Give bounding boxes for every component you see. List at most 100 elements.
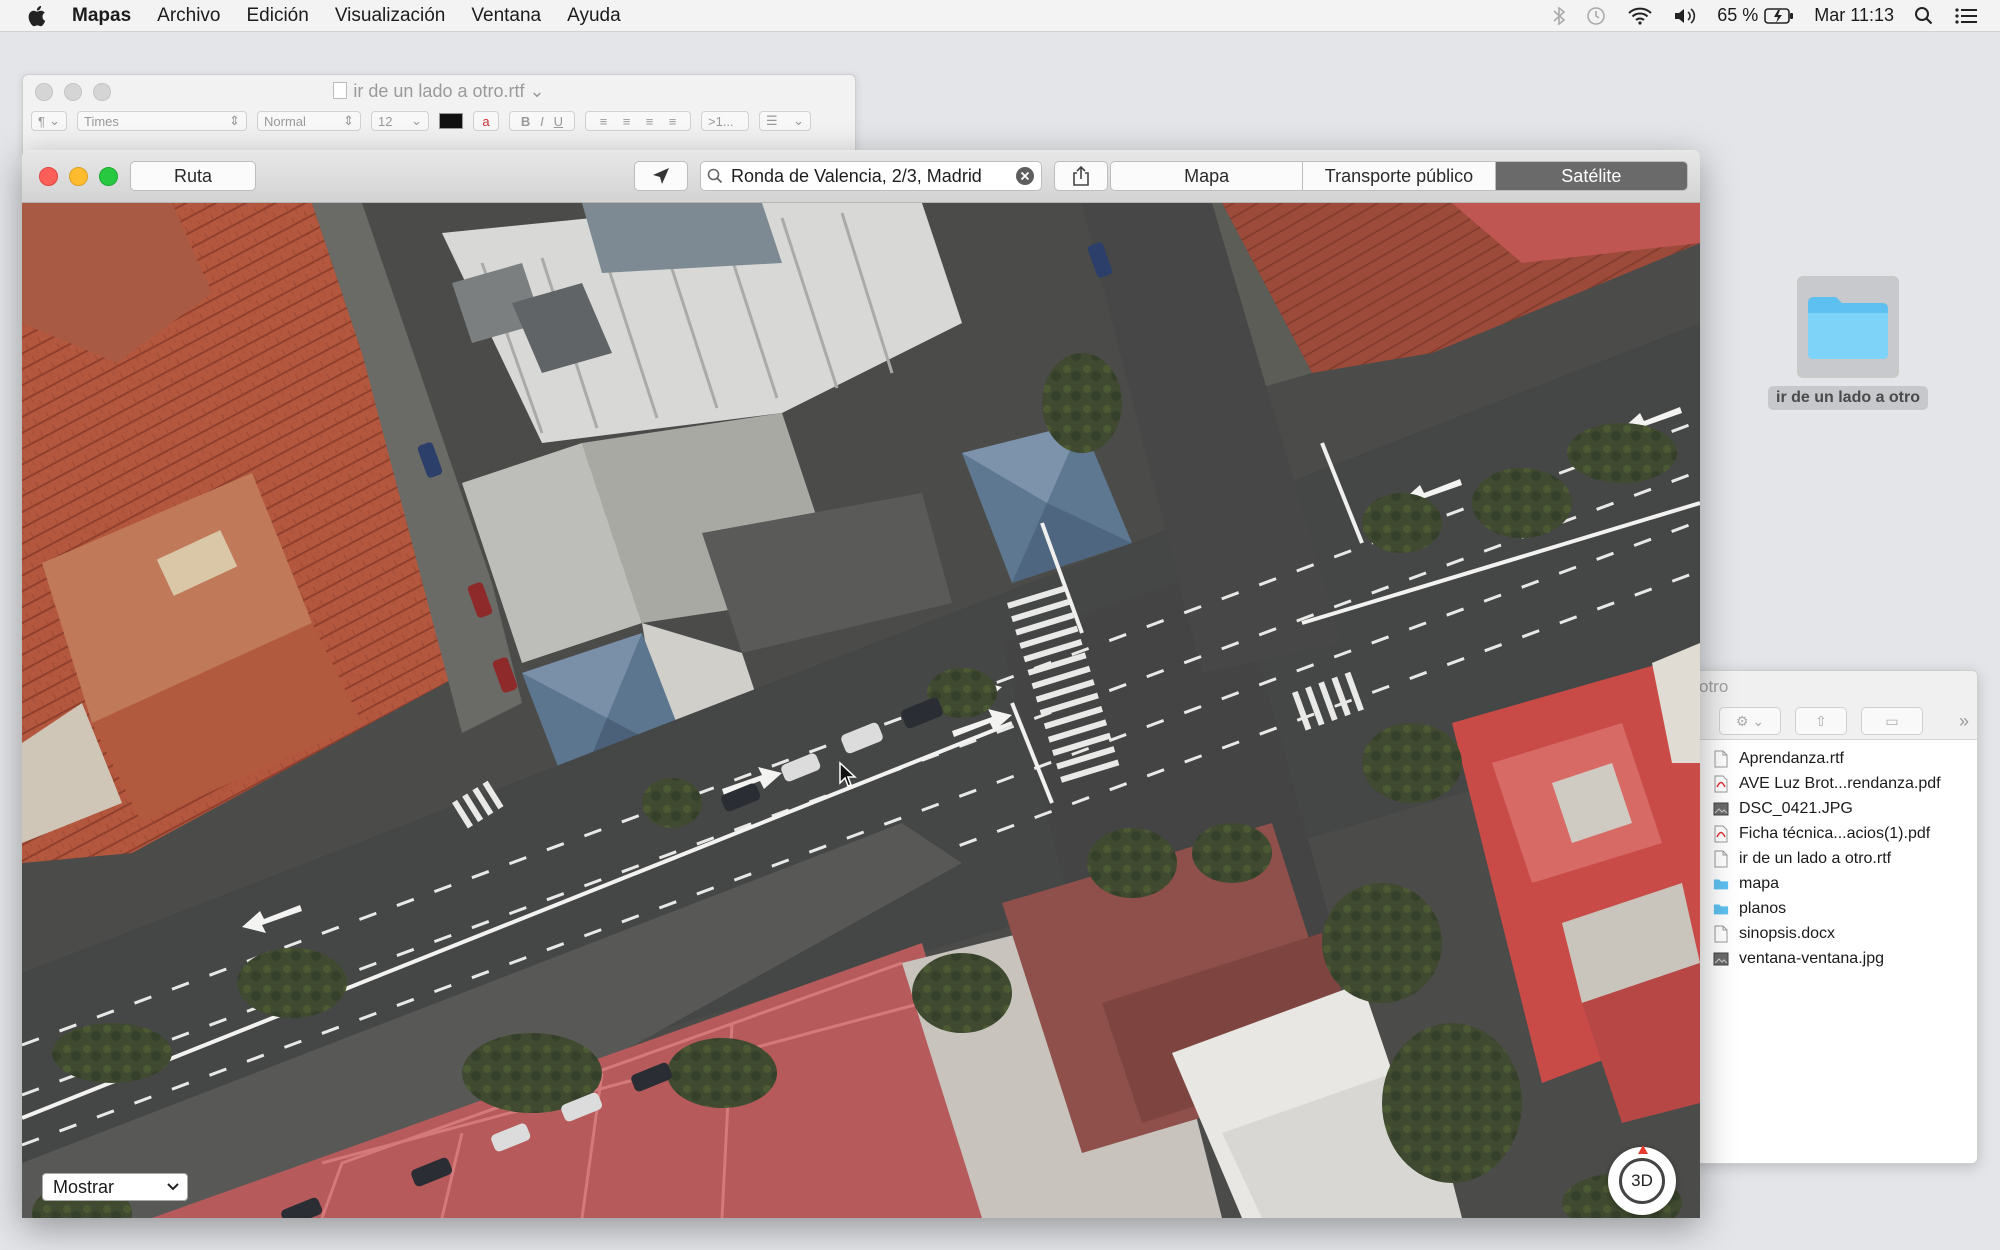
- menu-app-name[interactable]: Mapas: [72, 5, 131, 27]
- list-style-select[interactable]: ☰ ⌄: [759, 111, 811, 131]
- textedit-titlebar: ir de un lado a otro.rtf ⌄: [23, 75, 855, 107]
- wifi-icon[interactable]: [1627, 6, 1653, 26]
- file-name: planos: [1739, 899, 1787, 917]
- list-item[interactable]: ir de un lado a otro.rtf: [1691, 846, 1977, 871]
- font-style-value: Normal: [264, 113, 306, 129]
- menu-edicion[interactable]: Edición: [247, 5, 309, 27]
- search-input[interactable]: Ronda de Valencia, 2/3, Madrid: [731, 166, 1015, 187]
- gear-icon: ⚙ ⌄: [1735, 712, 1765, 729]
- highlight-color-button[interactable]: a: [473, 111, 499, 131]
- tab-transporte-publico[interactable]: Transporte público: [1303, 162, 1496, 190]
- menu-extras: 65 % Mar 11:13: [1553, 0, 1978, 31]
- minimize-button[interactable]: [69, 167, 88, 186]
- textedit-close-button[interactable]: [35, 83, 53, 101]
- textedit-format-bar: ¶ ⌄ Times ⇕ Normal ⇕ 12 ⌄ a BIU ≡ ≡ ≡ ≡ >1... ☰…: [23, 107, 855, 135]
- list-item[interactable]: Ficha técnica...acios(1).pdf: [1691, 821, 1977, 846]
- search-field[interactable]: Ronda de Valencia, 2/3, Madrid: [700, 161, 1042, 191]
- satellite-map[interactable]: 3D − +: [22, 203, 1700, 1218]
- paragraph-icon: ¶: [38, 113, 45, 129]
- list-item[interactable]: AVE Luz Brot...rendanza.pdf: [1691, 771, 1977, 796]
- alignment-group[interactable]: ≡ ≡ ≡ ≡: [585, 111, 691, 131]
- list-item[interactable]: sinopsis.docx: [1691, 921, 1977, 946]
- bold-italic-underline-group[interactable]: BIU: [509, 111, 575, 131]
- text-color-swatch[interactable]: [439, 113, 463, 129]
- volume-icon[interactable]: [1673, 6, 1697, 26]
- doc-file-icon: [1713, 925, 1729, 943]
- list-item[interactable]: Aprendanza.rtf: [1691, 746, 1977, 771]
- textedit-zoom-button[interactable]: [93, 83, 111, 101]
- compass-3d-control[interactable]: 3D: [1608, 1145, 1676, 1215]
- paragraph-style-select[interactable]: ¶ ⌄: [31, 111, 67, 131]
- folder-file-icon: [1713, 900, 1729, 918]
- three-d-button[interactable]: 3D: [1619, 1158, 1665, 1204]
- finder-title: otro: [1699, 677, 1729, 696]
- toolbar-overflow-icon[interactable]: »: [1959, 711, 1969, 732]
- file-name: ir de un lado a otro.rtf: [1739, 849, 1892, 867]
- desktop-folder[interactable]: ir de un lado a otro: [1768, 276, 1928, 410]
- list-item[interactable]: planos: [1691, 896, 1977, 921]
- chevron-down-icon: [167, 1183, 179, 1191]
- show-label: Mostrar: [53, 1176, 115, 1197]
- tab-satelite[interactable]: Satélite: [1495, 162, 1687, 190]
- menu-archivo[interactable]: Archivo: [157, 5, 220, 27]
- textedit-minimize-button[interactable]: [64, 83, 82, 101]
- menu-ventana[interactable]: Ventana: [471, 5, 541, 27]
- share-icon: ⇧: [1815, 712, 1827, 729]
- clear-search-icon[interactable]: [1015, 166, 1035, 186]
- zoom-button[interactable]: [99, 167, 118, 186]
- align-center-icon[interactable]: ≡: [623, 114, 631, 129]
- folder-file-icon: [1713, 875, 1729, 893]
- menu-bar: Mapas Archivo Edición Visualización Vent…: [0, 0, 2000, 32]
- chevron-down-icon: ⌄: [49, 113, 60, 128]
- apple-menu-icon[interactable]: [26, 3, 52, 29]
- bold-icon[interactable]: B: [521, 114, 530, 129]
- font-family-select[interactable]: Times ⇕: [77, 111, 247, 131]
- list-item[interactable]: ventana-ventana.jpg: [1691, 946, 1977, 971]
- pdf-file-icon: [1713, 825, 1729, 843]
- list-item[interactable]: DSC_0421.JPG: [1691, 796, 1977, 821]
- font-size-combo[interactable]: 12 ⌄: [371, 111, 429, 131]
- maps-window: Ruta Ronda de Valencia, 2/3, Madrid Mapa…: [22, 150, 1700, 1218]
- justify-icon[interactable]: ≡: [669, 114, 677, 129]
- list-item[interactable]: mapa: [1691, 871, 1977, 896]
- share-map-button[interactable]: [1054, 161, 1108, 191]
- file-name: mapa: [1739, 874, 1780, 892]
- north-indicator-icon: [1638, 1145, 1648, 1154]
- route-button[interactable]: Ruta: [130, 161, 256, 191]
- document-icon: [333, 82, 348, 99]
- font-family-value: Times: [84, 113, 119, 129]
- file-name: Aprendanza.rtf: [1739, 749, 1844, 767]
- font-style-select[interactable]: Normal ⇕: [257, 111, 361, 131]
- show-popup-button[interactable]: Mostrar: [42, 1173, 188, 1201]
- action-gear-button[interactable]: ⚙ ⌄: [1719, 707, 1781, 735]
- font-size-value: 12: [378, 113, 393, 129]
- finder-toolbar: otro ⚙ ⌄ ⇧ ▭ »: [1691, 671, 1977, 740]
- close-button[interactable]: [39, 167, 58, 186]
- spotlight-search-icon[interactable]: [1914, 6, 1934, 26]
- bluetooth-icon[interactable]: [1553, 5, 1566, 26]
- time-machine-icon[interactable]: [1585, 5, 1607, 27]
- image-file-icon: [1713, 800, 1729, 818]
- satellite-imagery: [22, 203, 1700, 1218]
- battery-icon[interactable]: [1764, 7, 1794, 25]
- textedit-title: ir de un lado a otro.rtf: [353, 81, 525, 101]
- align-right-icon[interactable]: ≡: [646, 114, 654, 129]
- menu-ayuda[interactable]: Ayuda: [567, 5, 621, 27]
- current-location-button[interactable]: [634, 161, 688, 191]
- line-spacing-select[interactable]: >1...: [701, 111, 749, 131]
- align-left-icon[interactable]: ≡: [600, 114, 608, 129]
- menu-clock[interactable]: Mar 11:13: [1814, 5, 1894, 26]
- file-name: ventana-ventana.jpg: [1739, 949, 1884, 967]
- italic-icon[interactable]: I: [540, 114, 544, 129]
- notification-center-icon[interactable]: [1954, 6, 1978, 26]
- menu-visualizacion[interactable]: Visualización: [335, 5, 446, 27]
- tags-button[interactable]: ▭: [1861, 707, 1923, 735]
- underline-icon[interactable]: U: [554, 114, 563, 129]
- file-list: Aprendanza.rtf AVE Luz Brot...rendanza.pd…: [1691, 740, 1977, 971]
- title-chevron-down-icon[interactable]: ⌄: [525, 81, 545, 101]
- tab-mapa[interactable]: Mapa: [1111, 162, 1304, 190]
- search-icon: [707, 168, 723, 184]
- maps-toolbar: Ruta Ronda de Valencia, 2/3, Madrid Mapa…: [22, 150, 1700, 203]
- share-button[interactable]: ⇧: [1795, 707, 1847, 735]
- folder-icon: [1797, 276, 1899, 378]
